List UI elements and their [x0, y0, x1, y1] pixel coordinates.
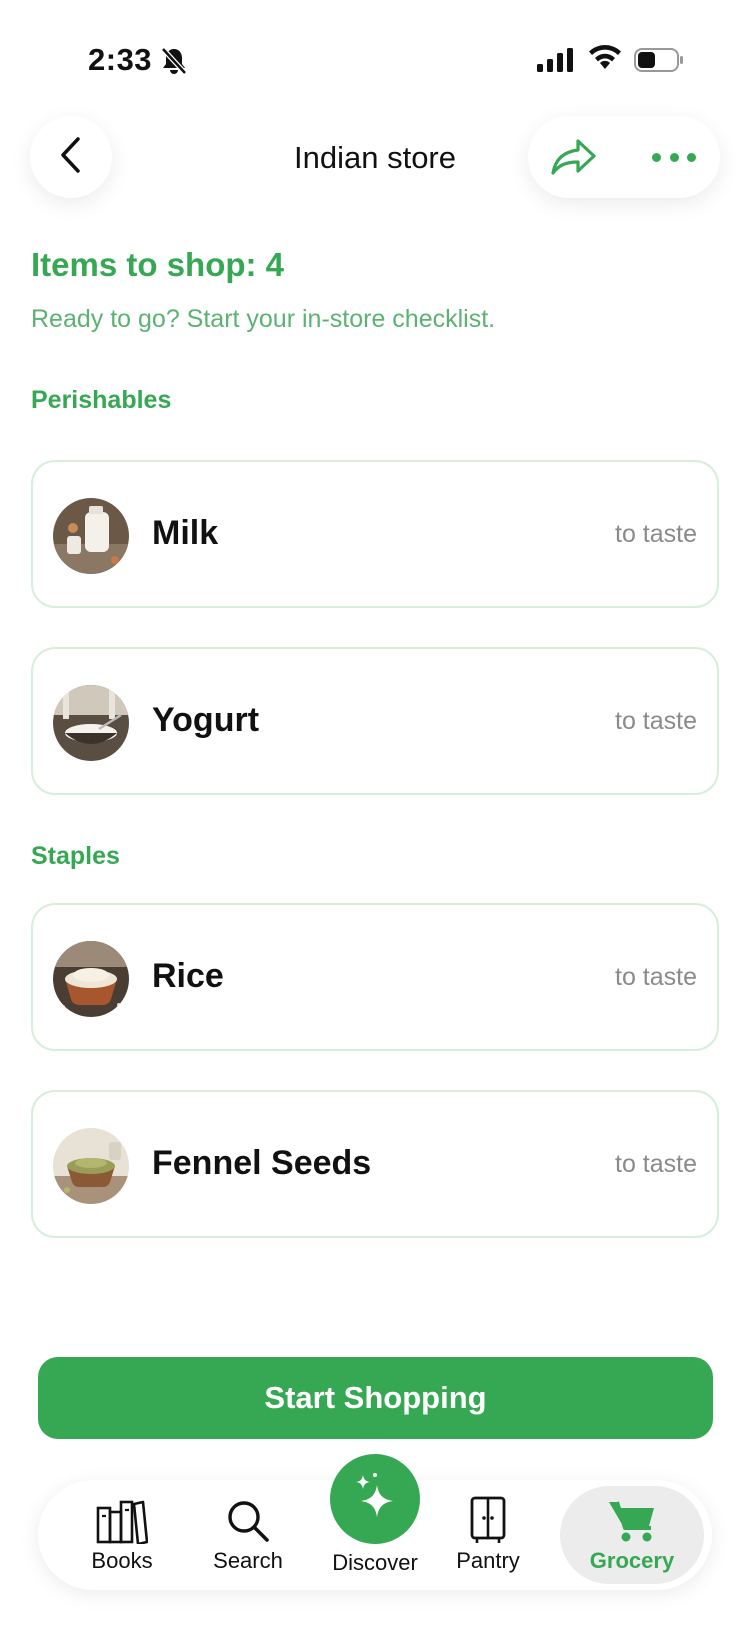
dot	[669, 152, 679, 162]
start-shopping-button[interactable]: Start Shopping	[38, 1357, 713, 1439]
pantry-icon	[469, 1496, 507, 1544]
tab-label: Search	[213, 1548, 283, 1573]
status-time: 2:33	[88, 42, 153, 77]
tab-books[interactable]: Books	[72, 1480, 172, 1590]
item-name: Yogurt	[152, 701, 260, 739]
books-icon	[96, 1496, 148, 1544]
dot	[652, 152, 661, 162]
fennel-seeds-thumbnail	[53, 1128, 129, 1204]
list-item[interactable]: Milk to taste	[31, 460, 719, 608]
item-name: Rice	[152, 957, 224, 995]
item-quantity: to taste	[615, 1150, 697, 1178]
tab-label: Grocery	[589, 1548, 675, 1573]
wifi-icon	[588, 45, 622, 76]
search-icon	[225, 1496, 271, 1544]
more-options-button[interactable]	[652, 146, 696, 168]
tab-label: Pantry	[456, 1548, 520, 1573]
item-quantity: to taste	[615, 520, 697, 548]
nav-actions	[528, 116, 720, 198]
list-item[interactable]: Yogurt to taste	[31, 647, 719, 795]
tab-discover[interactable]	[330, 1454, 420, 1544]
tab-pantry[interactable]: Pantry	[443, 1480, 533, 1590]
item-quantity: to taste	[615, 707, 697, 735]
status-bar: 2:33	[0, 0, 750, 120]
sparkle-icon	[351, 1471, 399, 1528]
list-item[interactable]: Rice to taste	[31, 903, 719, 1051]
milk-thumbnail	[53, 498, 129, 574]
tab-search[interactable]: Search	[188, 1480, 308, 1590]
share-arrow-icon	[551, 139, 596, 175]
rice-thumbnail	[53, 941, 129, 1017]
navigation-bar: Indian store	[0, 112, 750, 200]
item-name: Fennel Seeds	[152, 1144, 372, 1182]
battery-icon	[634, 48, 684, 77]
yogurt-thumbnail	[53, 685, 129, 761]
home-indicator	[250, 1612, 500, 1620]
tab-label: Discover	[332, 1550, 418, 1575]
section-label-perishables: Perishables	[31, 386, 172, 414]
tab-bar: Books Search Discover Pantry Grocery	[38, 1454, 712, 1590]
cart-icon	[607, 1496, 657, 1544]
item-quantity: to taste	[615, 963, 697, 991]
tab-label: Books	[91, 1548, 153, 1573]
section-label-staples: Staples	[31, 842, 120, 870]
share-button[interactable]	[550, 137, 598, 177]
items-subtitle: Ready to go? Start your in-store checkli…	[31, 305, 496, 333]
items-count-heading: Items to shop: 4	[31, 246, 285, 283]
tab-grocery[interactable]: Grocery	[560, 1480, 704, 1590]
cellular-signal-icon	[537, 48, 573, 77]
list-item[interactable]: Fennel Seeds to taste	[31, 1090, 719, 1238]
bell-muted-icon	[160, 46, 188, 81]
dot	[687, 152, 696, 162]
item-name: Milk	[152, 514, 219, 552]
